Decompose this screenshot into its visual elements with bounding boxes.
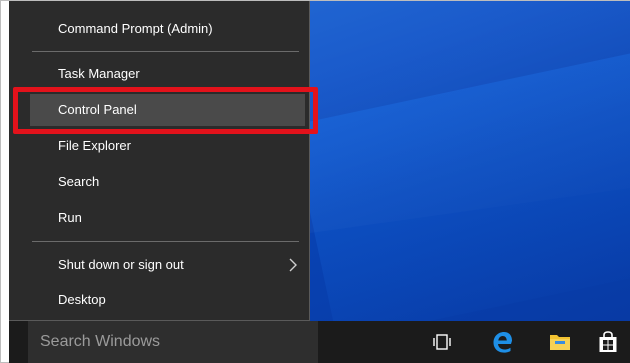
menu-item-label: Desktop xyxy=(58,292,106,307)
menu-item-shut-down-or-sign-out[interactable]: Shut down or sign out xyxy=(30,249,305,281)
menu-item-search[interactable]: Search xyxy=(30,166,305,198)
menu-item-run[interactable]: Run xyxy=(30,202,305,234)
menu-item-label: File Explorer xyxy=(58,138,131,153)
store-icon[interactable] xyxy=(595,329,621,355)
menu-item-label: Run xyxy=(58,210,82,225)
menu-item-label: Shut down or sign out xyxy=(58,257,184,272)
search-placeholder: Search Windows xyxy=(40,333,161,350)
menu-item-label: Search xyxy=(58,174,100,189)
taskbar-search-box[interactable]: Search Windows xyxy=(28,321,318,363)
menu-item-command-prompt-admin[interactable]: Command Prompt (Admin) xyxy=(30,13,305,45)
screen: Command Prompt (Admin) Task Manager Cont… xyxy=(0,0,630,363)
menu-item-file-explorer[interactable]: File Explorer xyxy=(30,130,305,162)
menu-separator xyxy=(32,51,299,52)
file-explorer-icon[interactable] xyxy=(547,329,573,355)
menu-item-desktop[interactable]: Desktop xyxy=(30,284,305,316)
menu-item-label: Control Panel xyxy=(58,102,137,117)
menu-item-label: Command Prompt (Admin) xyxy=(58,21,213,36)
taskbar: Search Windows xyxy=(9,321,630,363)
menu-item-task-manager[interactable]: Task Manager xyxy=(30,58,305,90)
menu-separator xyxy=(32,241,299,242)
menu-item-label: Task Manager xyxy=(58,66,140,81)
menu-item-control-panel[interactable]: Control Panel xyxy=(30,94,305,126)
winx-context-menu: Command Prompt (Admin) Task Manager Cont… xyxy=(9,1,310,321)
chevron-right-icon xyxy=(281,249,305,281)
edge-icon[interactable] xyxy=(489,329,515,355)
task-view-icon[interactable] xyxy=(429,329,455,355)
